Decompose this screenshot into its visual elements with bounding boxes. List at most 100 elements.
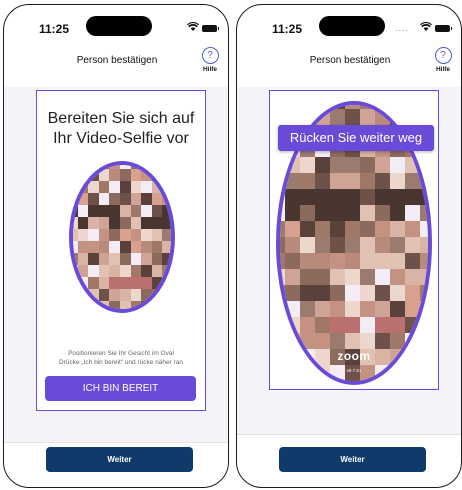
- face-pixel: [405, 205, 420, 221]
- face-pixel: [109, 253, 120, 265]
- face-pixel: [88, 301, 99, 309]
- face-pixel: [300, 189, 315, 205]
- face-pixel: [360, 221, 375, 237]
- instructions-text: Positionieren Sie Ihr Gesicht im Oval Dr…: [37, 349, 205, 367]
- face-pixel: [173, 277, 175, 289]
- face-pixel: [77, 289, 89, 301]
- footer-divider: [4, 442, 228, 443]
- face-pixel: [345, 221, 360, 237]
- face-pixel: [119, 169, 131, 181]
- face-pixel: [73, 277, 78, 289]
- face-pixel: [285, 253, 300, 269]
- face-pixel: [77, 229, 89, 241]
- face-pixel: [315, 109, 330, 125]
- face-pixel: [315, 205, 330, 221]
- face-pixel: [141, 181, 152, 193]
- face-pixel: [162, 241, 171, 253]
- face-pixel: [98, 277, 110, 289]
- face-pixel: [130, 181, 142, 193]
- face-pixel: [390, 173, 405, 189]
- face-pixel: [330, 221, 345, 237]
- face-pixel: [88, 265, 99, 277]
- face-pixel: [315, 173, 330, 189]
- face-pixel: [73, 193, 78, 205]
- face-pixel: [280, 109, 285, 125]
- face-pixel: [285, 157, 300, 173]
- face-pixel: [151, 277, 163, 289]
- face-pixel: [345, 237, 360, 253]
- face-pixel: [390, 189, 405, 205]
- face-pixel: [360, 333, 375, 349]
- face-pixel: [300, 157, 315, 173]
- status-bar: 11:25 ....: [237, 5, 461, 45]
- face-pixel: [162, 169, 171, 181]
- wifi-icon: [420, 22, 432, 31]
- face-pixel: [98, 253, 110, 265]
- face-pixel: [285, 189, 300, 205]
- face-pixel: [330, 109, 345, 125]
- face-pixel: [300, 285, 315, 301]
- face-pixel: [141, 169, 152, 181]
- face-pixel: [315, 317, 330, 333]
- face-pixel: [141, 165, 152, 169]
- face-pixel: [98, 265, 110, 277]
- continue-button[interactable]: Weiter: [279, 447, 426, 472]
- face-pixel: [119, 217, 131, 229]
- face-pixel: [130, 165, 142, 169]
- wifi-icon: [187, 22, 199, 31]
- face-pixel: [420, 221, 428, 237]
- help-button[interactable]: ? Hilfe: [198, 47, 222, 85]
- help-button[interactable]: ? Hilfe: [431, 47, 455, 85]
- face-pixel: [109, 205, 120, 217]
- face-pixel: [73, 253, 78, 265]
- face-pixel: [130, 205, 142, 217]
- face-pixel: [151, 217, 163, 229]
- face-pixel: [280, 333, 285, 349]
- face-pixel: [77, 169, 89, 181]
- face-pixel: [360, 189, 375, 205]
- face-pixel: [360, 317, 375, 333]
- face-pixel: [173, 181, 175, 193]
- face-pixel: [73, 205, 78, 217]
- face-pixel: [88, 181, 99, 193]
- face-pixel: [151, 241, 163, 253]
- face-pixel: [420, 237, 428, 253]
- face-pixel: [73, 181, 78, 193]
- card-title: Bereiten Sie sich auf Ihr Video-Selfie v…: [37, 109, 205, 149]
- face-pixel: [375, 269, 390, 285]
- face-pixel: [375, 301, 390, 317]
- version-label: v9.7.51: [346, 368, 362, 373]
- face-pixel: [420, 109, 428, 125]
- face-pixel: [151, 289, 163, 301]
- face-pixel: [119, 229, 131, 241]
- face-pixel: [73, 217, 78, 229]
- face-pixel: [405, 237, 420, 253]
- face-pixel: [173, 169, 175, 181]
- content-area: zoom v9.7.51 Rücken Sie weiter weg: [237, 87, 461, 435]
- face-pixel: [109, 193, 120, 205]
- face-pixel: [405, 221, 420, 237]
- face-pixel: [315, 285, 330, 301]
- face-pixel: [360, 381, 375, 385]
- face-pixel: [390, 317, 405, 333]
- face-pixel: [420, 381, 432, 385]
- face-pixel: [360, 157, 375, 173]
- ready-button[interactable]: ICH BIN BEREIT: [45, 376, 196, 401]
- help-icon: ?: [434, 47, 452, 64]
- face-pixel: [315, 157, 330, 173]
- face-pixel: [375, 253, 390, 269]
- face-pixel: [330, 237, 345, 253]
- face-pixel: [73, 169, 78, 181]
- face-pixel: [119, 165, 131, 169]
- face-pixel: [119, 193, 131, 205]
- face-pixel: [77, 217, 89, 229]
- face-pixel: [173, 301, 175, 313]
- face-pixel: [98, 205, 110, 217]
- footer-divider: [237, 434, 461, 435]
- face-pixel: [285, 109, 300, 125]
- face-pixel: [375, 189, 390, 205]
- face-pixel: [130, 217, 142, 229]
- face-pixel: [109, 289, 120, 301]
- face-pixel: [315, 381, 330, 385]
- continue-button[interactable]: Weiter: [46, 447, 193, 472]
